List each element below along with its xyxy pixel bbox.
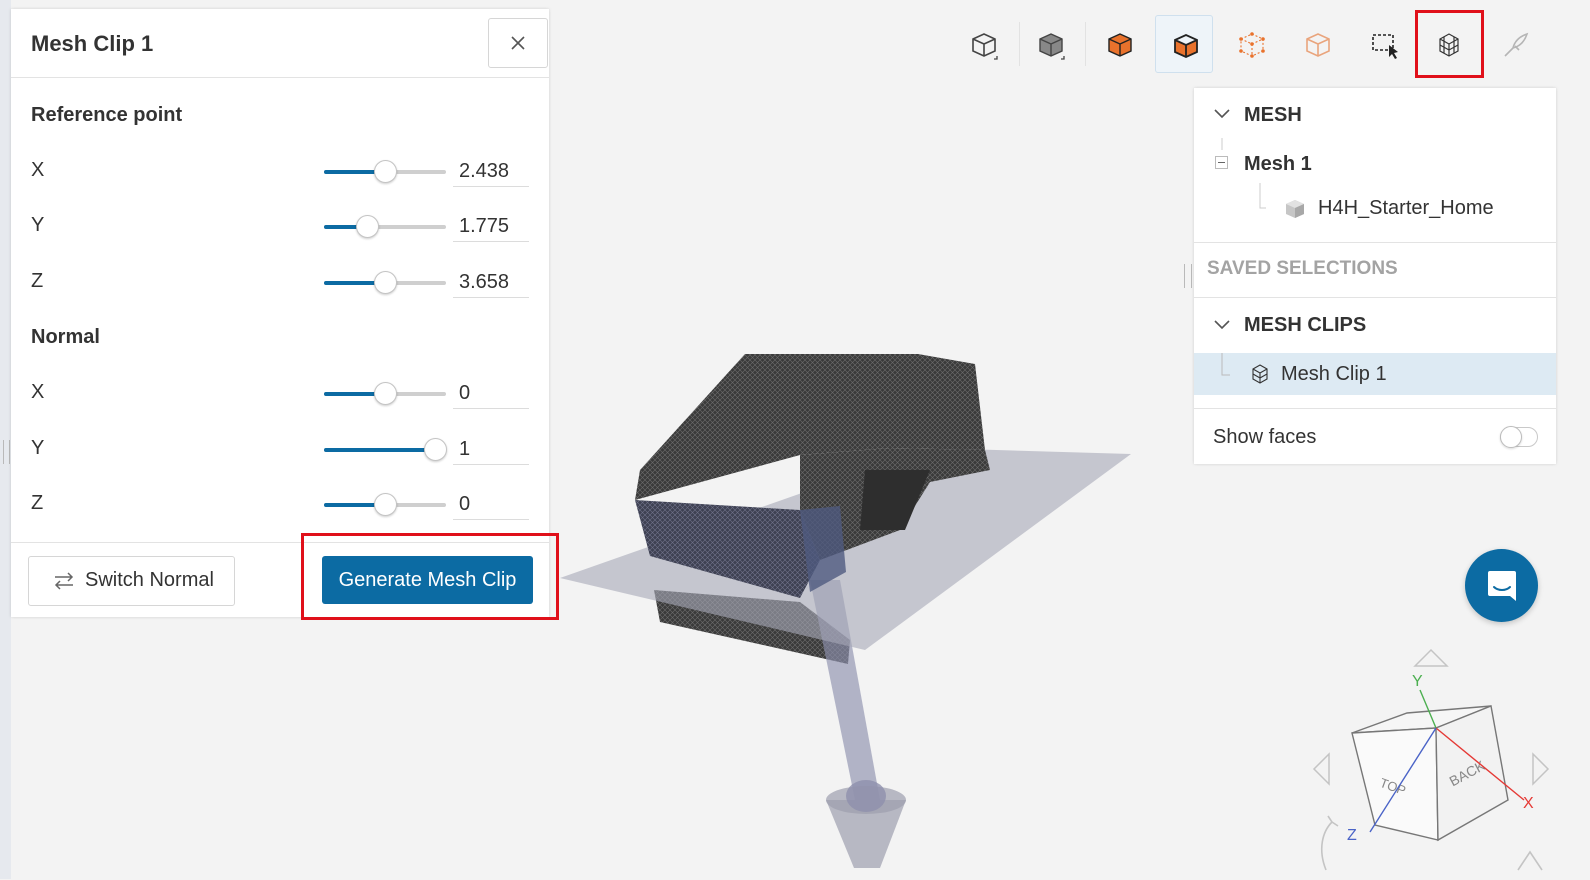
z-axis-label: Z xyxy=(1347,827,1357,844)
mesh-clip-1-item: Mesh Clip 1 xyxy=(1281,363,1387,385)
mesh-clip-row[interactable]: Mesh Clip 1 xyxy=(1194,353,1556,395)
normal-z-input[interactable]: 0 xyxy=(453,488,529,520)
toolbar-separator xyxy=(1019,22,1020,66)
mesh-clips-header[interactable]: MESH CLIPS xyxy=(1244,314,1366,337)
surface-view-icon xyxy=(972,33,998,60)
switch-normal-button[interactable]: Switch Normal xyxy=(28,556,235,606)
wireframe-points-icon xyxy=(1239,32,1265,58)
nav-arrow-up-icon[interactable] xyxy=(1413,648,1449,667)
normal-y-slider[interactable] xyxy=(324,438,448,461)
panel-title: Mesh Clip 1 xyxy=(31,31,154,56)
toolbar-filled-cube[interactable] xyxy=(1090,15,1148,73)
ref-y-input[interactable]: 1.775 xyxy=(453,210,529,242)
y-axis-label: Y xyxy=(1412,673,1423,690)
geometry-item[interactable]: H4H_Starter_Home xyxy=(1318,197,1494,220)
normal-y-label: Y xyxy=(31,437,45,459)
mesh-clip-icon xyxy=(1252,364,1268,384)
chevron-down-icon[interactable] xyxy=(1214,320,1230,330)
ref-z-input[interactable]: 3.658 xyxy=(453,266,529,298)
normal-y-input[interactable]: 1 xyxy=(453,433,529,465)
toolbar-separator xyxy=(1085,22,1086,66)
reference-point-label: Reference point xyxy=(31,104,183,126)
viewport-3d[interactable] xyxy=(560,300,1160,870)
outline-cube-icon xyxy=(1306,33,1330,57)
mesh-clip-highlight-box xyxy=(1415,10,1484,78)
scene-tree-panel: MESH Mesh 1 H4H_Starter_Home SAVED SELEC… xyxy=(1194,88,1556,464)
chat-button[interactable] xyxy=(1465,549,1538,622)
tree-divider xyxy=(1194,242,1556,243)
navigation-cube-widget: TOP BACK Y X Z xyxy=(1312,648,1550,871)
paint-tool-icon xyxy=(1504,32,1529,57)
generate-highlight-box xyxy=(301,533,559,620)
solid-view-icon xyxy=(1039,33,1065,60)
rotate-ccw-icon[interactable] xyxy=(1320,815,1339,871)
tree-resize-handle[interactable] xyxy=(1184,264,1192,288)
close-icon xyxy=(511,36,525,50)
tree-divider xyxy=(1194,297,1556,298)
selected-face-cube-icon xyxy=(1174,34,1198,58)
collapse-icon[interactable] xyxy=(1215,156,1228,169)
geometry-cube-icon xyxy=(1286,200,1304,218)
box-select-icon xyxy=(1372,34,1398,59)
normal-z-slider[interactable] xyxy=(324,493,446,516)
toolbar-box-select[interactable] xyxy=(1355,15,1413,73)
filled-cube-icon xyxy=(1108,33,1132,57)
toolbar-solid-view[interactable] xyxy=(1021,15,1079,73)
toolbar-paint-tool[interactable] xyxy=(1486,15,1544,73)
close-button[interactable] xyxy=(488,18,548,68)
toolbar-selected-face-cube[interactable] xyxy=(1155,15,1213,73)
rotate-cw-icon[interactable] xyxy=(1517,850,1543,871)
navigation-cube[interactable]: TOP BACK Y X Z xyxy=(1305,645,1555,875)
chat-icon xyxy=(1488,571,1516,601)
ref-y-label: Y xyxy=(31,214,45,236)
tree-divider xyxy=(1194,408,1556,409)
panel-header: Mesh Clip 1 xyxy=(11,9,549,78)
show-faces-label: Show faces xyxy=(1213,426,1317,448)
left-resize-handle[interactable] xyxy=(3,440,10,464)
ref-y-slider[interactable] xyxy=(324,215,446,238)
toolbar-surface-view[interactable] xyxy=(954,15,1012,73)
switch-normal-label: Switch Normal xyxy=(85,569,214,591)
normal-x-label: X xyxy=(31,381,45,403)
saved-selections-header[interactable]: SAVED SELECTIONS xyxy=(1207,258,1398,280)
normal-x-input[interactable]: 0 xyxy=(453,377,529,409)
nav-arrow-left-icon[interactable] xyxy=(1312,752,1330,786)
ref-x-slider[interactable] xyxy=(324,160,446,183)
mesh-clip-panel: Mesh Clip 1 Reference point X 2.438 Y 1.… xyxy=(11,9,549,617)
toolbar-outline-cube[interactable] xyxy=(1288,15,1346,73)
mesh-1-item[interactable]: Mesh 1 xyxy=(1244,153,1312,176)
nav-arrow-right-icon[interactable] xyxy=(1532,752,1550,786)
normal-z-label: Z xyxy=(31,492,44,514)
show-faces-toggle[interactable] xyxy=(1500,426,1538,448)
normal-x-slider[interactable] xyxy=(324,382,446,405)
tree-line xyxy=(1221,353,1230,376)
ref-x-input[interactable]: 2.438 xyxy=(453,155,529,187)
x-axis-label: X xyxy=(1523,795,1534,812)
swap-arrows-icon xyxy=(54,572,74,590)
ref-x-label: X xyxy=(31,159,45,181)
normal-label: Normal xyxy=(31,326,100,348)
toolbar-wireframe-points[interactable] xyxy=(1222,15,1280,73)
ref-z-label: Z xyxy=(31,270,44,292)
ref-z-slider[interactable] xyxy=(324,271,446,294)
